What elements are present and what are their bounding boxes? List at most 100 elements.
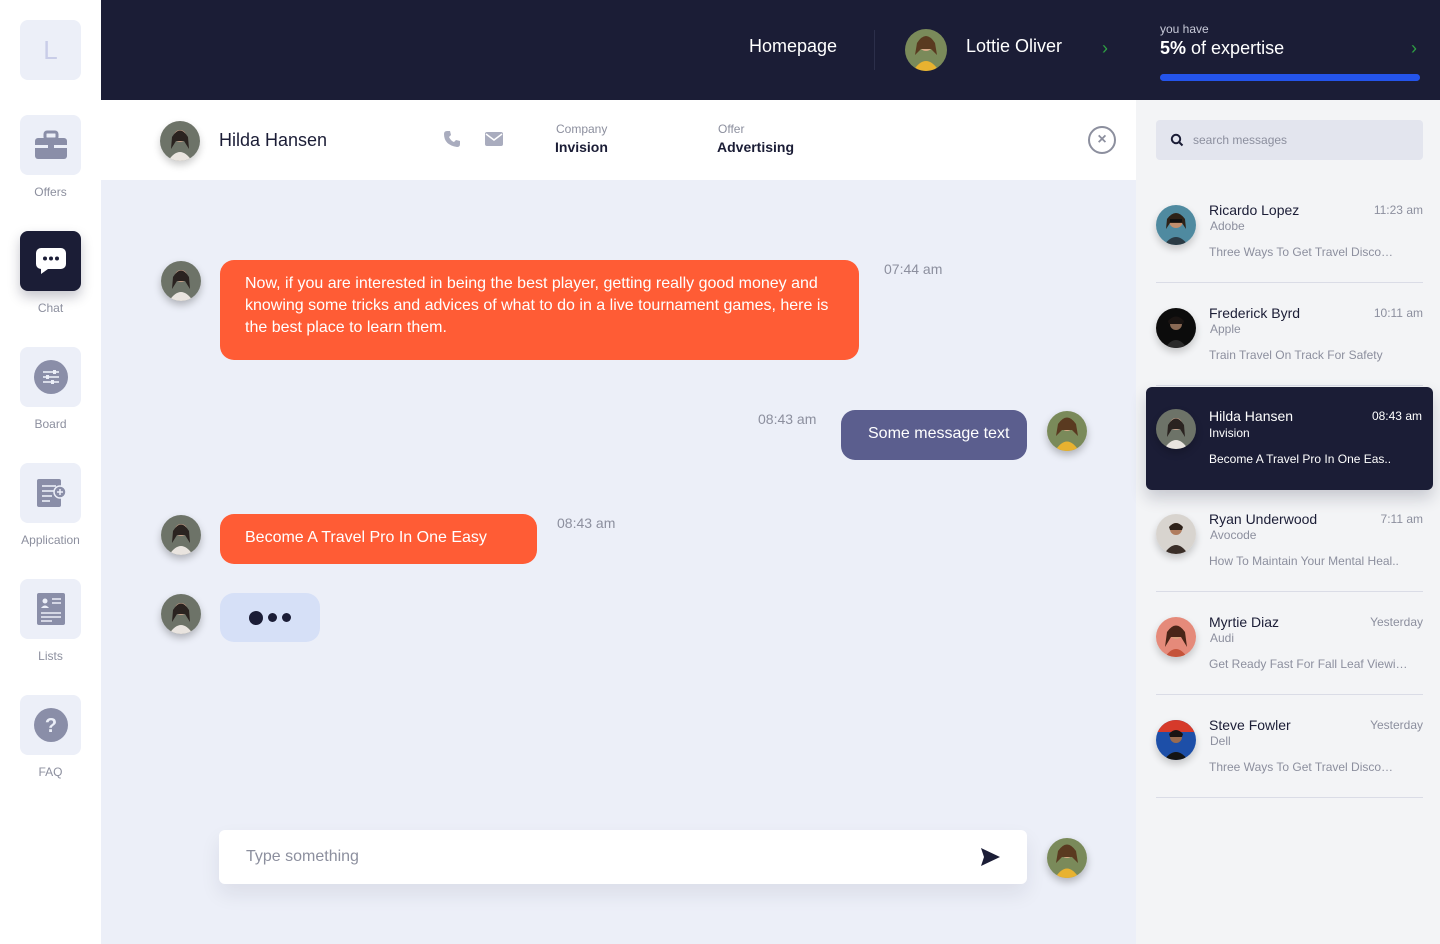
- close-icon[interactable]: ×: [1088, 126, 1116, 154]
- conversation-time: Yesterday: [1370, 615, 1423, 629]
- conversation-time: 08:43 am: [1371, 409, 1422, 423]
- mail-icon[interactable]: [485, 132, 503, 151]
- sidebar-tile-application[interactable]: [20, 463, 81, 523]
- sidebar-label-offers: Offers: [34, 185, 67, 199]
- contact-bar: Hilda Hansen Company Invision Offer Adve…: [101, 100, 1136, 180]
- expertise-panel: you have 5% of expertise ›: [1136, 0, 1440, 100]
- conversation-preview: Train Travel On Track For Safety: [1209, 348, 1383, 362]
- message-composer: [219, 830, 1027, 884]
- conversation-item[interactable]: Steve Fowler Dell Three Ways To Get Trav…: [1156, 695, 1423, 798]
- conversation-company: Dell: [1210, 734, 1231, 748]
- sidebar-tile-faq[interactable]: ?: [20, 695, 81, 755]
- sidebar-item-board[interactable]: Board: [0, 347, 101, 431]
- conversation-avatar: [1156, 308, 1196, 348]
- sidebar-tile-offers[interactable]: [20, 115, 81, 175]
- conversation-preview: Get Ready Fast For Fall Leaf Viewi…: [1209, 657, 1408, 671]
- message-avatar-self: [1047, 411, 1087, 451]
- message-bubble-own: Some message text: [841, 410, 1027, 460]
- conversation-item[interactable]: Ricardo Lopez Adobe Three Ways To Get Tr…: [1156, 180, 1423, 283]
- conversation-avatar: [1156, 514, 1196, 554]
- document-add-icon: [36, 479, 67, 507]
- conversation-item[interactable]: Myrtie Diaz Audi Get Ready Fast For Fall…: [1156, 592, 1423, 695]
- briefcase-icon: [34, 130, 67, 159]
- conversation-name: Frederick Byrd: [1209, 305, 1301, 321]
- header-divider: [874, 30, 875, 70]
- sidebar-label-faq: FAQ: [38, 765, 63, 779]
- message-avatar-contact: [161, 594, 201, 634]
- message-avatar-contact: [161, 261, 201, 301]
- expertise-text: 5% of expertise: [1160, 38, 1284, 59]
- user-avatar[interactable]: [905, 29, 947, 71]
- chat-bubble-icon: [35, 248, 66, 274]
- typing-dot: [268, 613, 277, 622]
- conversation-company: Adobe: [1210, 219, 1245, 233]
- message-bubble: Now, if you are interested in being the …: [220, 260, 859, 360]
- top-header: Homepage Lottie Oliver ›: [101, 0, 1136, 100]
- conversation-company: Audi: [1210, 631, 1235, 645]
- message-input[interactable]: [246, 846, 946, 868]
- conversation-item[interactable]: Frederick Byrd Apple Train Travel On Tra…: [1156, 283, 1423, 386]
- contact-name: Hilda Hansen: [219, 130, 328, 150]
- sidebar-item-lists[interactable]: Lists: [0, 579, 101, 663]
- search-icon: [1170, 133, 1184, 147]
- phone-icon[interactable]: [443, 130, 461, 153]
- sidebar-label-chat: Chat: [37, 301, 64, 315]
- sidebar-item-application[interactable]: Application: [0, 463, 101, 547]
- sidebar-item-chat[interactable]: Chat: [0, 231, 101, 315]
- expertise-progress-bar: [1160, 74, 1420, 81]
- conversation-item-active[interactable]: Hilda Hansen Invision Become A Travel Pr…: [1146, 387, 1433, 490]
- composer-avatar-self: [1047, 838, 1087, 878]
- typing-indicator: [220, 593, 320, 642]
- expertise-percent: 5%: [1160, 38, 1187, 58]
- expertise-suffix: of expertise: [1191, 38, 1285, 58]
- conversation-name: Hilda Hansen: [1209, 408, 1294, 424]
- sliders-icon: [33, 360, 68, 394]
- company-label: Company: [556, 122, 608, 136]
- conversation-preview: How To Maintain Your Mental Heal..: [1209, 554, 1399, 568]
- conversation-name: Steve Fowler: [1209, 717, 1291, 733]
- conversation-name: Ricardo Lopez: [1209, 202, 1300, 218]
- send-icon[interactable]: [979, 846, 1001, 873]
- expertise-progress-fill: [1160, 74, 1420, 81]
- sidebar-tile-chat[interactable]: [20, 231, 81, 291]
- conversation-time: 7:11 am: [1380, 512, 1423, 526]
- conversation-item[interactable]: Ryan Underwood Avocode How To Maintain Y…: [1156, 489, 1423, 592]
- conversation-time: 11:23 am: [1373, 203, 1423, 217]
- message-time: 08:43 am: [758, 411, 817, 427]
- conversation-avatar: [1156, 720, 1196, 760]
- question-icon: ?: [33, 708, 68, 742]
- typing-dot: [282, 613, 291, 622]
- app-logo[interactable]: L: [20, 20, 81, 80]
- sidebar-tile-lists[interactable]: [20, 579, 81, 639]
- message-avatar-contact: [161, 515, 201, 555]
- conversation-company: Avocode: [1210, 528, 1257, 542]
- message-time: 07:44 am: [884, 261, 943, 277]
- message-time: 08:43 am: [557, 515, 616, 531]
- user-name[interactable]: Lottie Oliver: [966, 36, 1062, 57]
- conversation-preview: Three Ways To Get Travel Disco…: [1209, 760, 1394, 774]
- list-card-icon: [36, 593, 65, 625]
- message-bubble: Become A Travel Pro In One Easy: [220, 514, 537, 564]
- conversation-company: Invision: [1209, 426, 1250, 440]
- sidebar-label-lists: Lists: [38, 649, 63, 663]
- sidebar: L Offers Chat Board Application Lists ? …: [0, 0, 101, 944]
- expertise-caption: you have: [1160, 22, 1209, 36]
- offer-value: Advertising: [717, 139, 795, 155]
- search-input[interactable]: [1193, 131, 1408, 149]
- sidebar-tile-board[interactable]: [20, 347, 81, 407]
- conversation-time: Yesterday: [1370, 718, 1423, 732]
- contact-avatar[interactable]: [160, 121, 200, 161]
- sidebar-label-application: Application: [21, 533, 80, 547]
- expertise-chevron-icon[interactable]: ›: [1411, 38, 1417, 59]
- conversation-avatar: [1156, 617, 1196, 657]
- homepage-link[interactable]: Homepage: [749, 36, 837, 57]
- sidebar-label-board: Board: [34, 417, 67, 431]
- sidebar-item-faq[interactable]: ? FAQ: [0, 695, 101, 779]
- conversation-name: Ryan Underwood: [1209, 511, 1318, 527]
- user-menu-chevron-icon[interactable]: ›: [1102, 38, 1108, 59]
- conversation-preview: Become A Travel Pro In One Eas..: [1209, 452, 1392, 466]
- sidebar-item-offers[interactable]: Offers: [0, 115, 101, 199]
- conversation-preview: Three Ways To Get Travel Disco…: [1209, 245, 1394, 259]
- svg-text:?: ?: [44, 715, 56, 737]
- search-box: [1156, 120, 1423, 160]
